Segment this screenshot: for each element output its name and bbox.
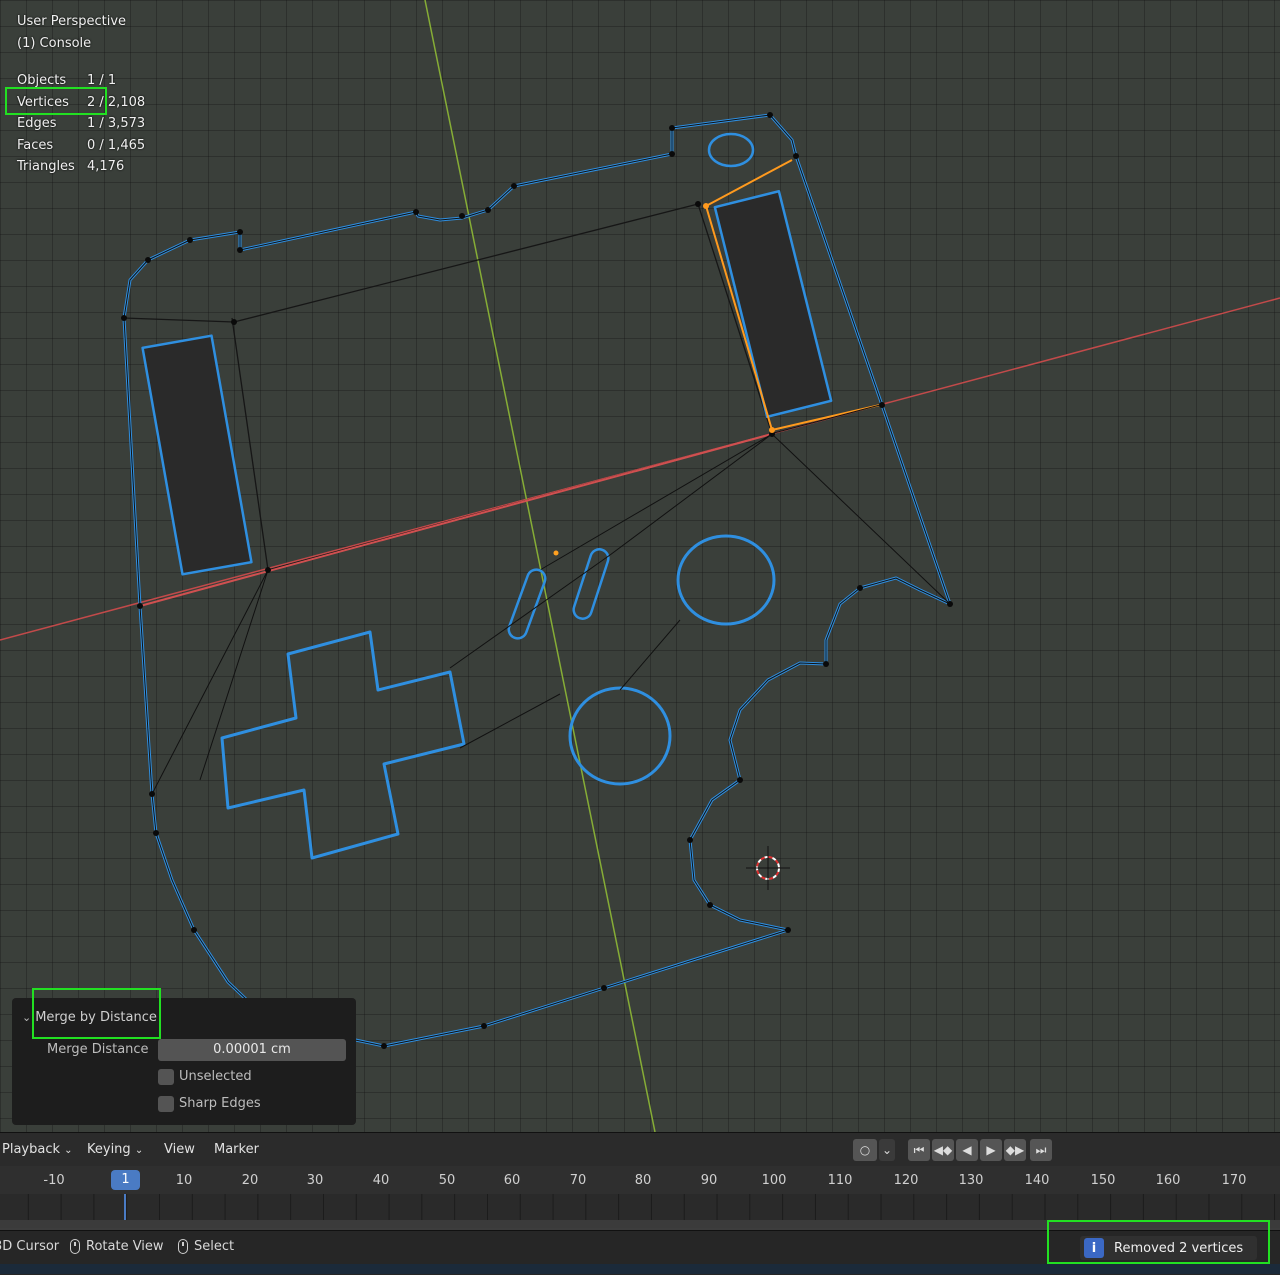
- 3d-cursor-icon: [746, 846, 790, 890]
- current-frame-indicator[interactable]: 1: [111, 1170, 140, 1190]
- timeline-header: Playback ⌄ Keying ⌄ View Marker ○ ⌄ ⏮ ◀◆…: [0, 1132, 1280, 1167]
- vertices-highlight-box: [5, 87, 107, 115]
- status-hint-rotate: Rotate View: [70, 1239, 164, 1254]
- chevron-down-icon[interactable]: ⌄: [879, 1139, 895, 1161]
- status-hint-cursor: 3D Cursor: [0, 1239, 60, 1254]
- stat-value: 1 / 1: [87, 73, 117, 89]
- stat-faces: Faces 0 / 1,465: [17, 135, 145, 157]
- tick-label: 60: [503, 1173, 521, 1188]
- tick-label: 170: [1221, 1173, 1247, 1188]
- os-taskbar: [0, 1264, 1280, 1274]
- view-name: User Perspective: [17, 14, 127, 29]
- stat-label: Triangles: [17, 159, 75, 175]
- timeline-ruler[interactable]: -10 10 20 30 40 50 60 70 80 90 100 110 1…: [0, 1166, 1280, 1194]
- sharp-edges-label: Sharp Edges: [179, 1096, 261, 1111]
- tick-label: 20: [241, 1173, 259, 1188]
- timeline-tracks[interactable]: [0, 1194, 1280, 1220]
- stat-label: Faces: [17, 137, 54, 153]
- mesh-wireframe: [0, 0, 1280, 1132]
- report-highlight-box: [1047, 1220, 1270, 1264]
- view-menu[interactable]: View: [164, 1142, 195, 1157]
- record-icon[interactable]: ○: [853, 1139, 877, 1161]
- stat-edges: Edges 1 / 3,573: [17, 113, 145, 135]
- tick-label: 90: [700, 1173, 718, 1188]
- tick-label: 150: [1090, 1173, 1116, 1188]
- stat-triangles: Triangles 4,176: [17, 156, 145, 178]
- stat-value: 1 / 3,573: [87, 116, 146, 132]
- play-reverse-icon[interactable]: ◀: [956, 1139, 978, 1161]
- stat-value: 4,176: [87, 159, 125, 175]
- tick-label: 40: [372, 1173, 390, 1188]
- chevron-down-icon[interactable]: ⌄: [22, 1011, 31, 1024]
- playhead-line: [124, 1194, 126, 1220]
- keying-menu[interactable]: Keying ⌄: [87, 1142, 143, 1157]
- operator-title-highlight-box: [32, 988, 161, 1039]
- marker-menu[interactable]: Marker: [214, 1142, 259, 1157]
- button-a-ring: [676, 534, 776, 626]
- select-pill: [507, 568, 547, 640]
- tick-label: 130: [958, 1173, 984, 1188]
- chevron-down-icon: ⌄: [64, 1145, 73, 1156]
- jump-to-end-icon[interactable]: ⏭: [1030, 1139, 1052, 1161]
- button-b-ring: [568, 686, 672, 786]
- unselected-checkbox[interactable]: [158, 1069, 174, 1085]
- tick-label: 140: [1024, 1173, 1050, 1188]
- left-speaker-grill: [141, 334, 253, 576]
- 3d-viewport[interactable]: User Perspective (1) Console Objects 1 / …: [0, 0, 1280, 1132]
- mouse-left-icon: [178, 1239, 188, 1254]
- right-speaker-grill: [713, 189, 833, 419]
- playback-menu[interactable]: Playback ⌄: [2, 1142, 73, 1157]
- jump-to-start-icon[interactable]: ⏮: [908, 1139, 930, 1161]
- tick-label: 160: [1155, 1173, 1181, 1188]
- tick-label: 50: [438, 1173, 456, 1188]
- dpad-outline: [220, 630, 466, 860]
- origin-dot: [553, 550, 559, 556]
- tick-label: 10: [175, 1173, 193, 1188]
- tick-label: 30: [306, 1173, 324, 1188]
- tick-label: 120: [893, 1173, 919, 1188]
- stat-label: Edges: [17, 116, 57, 132]
- sharp-edges-checkbox[interactable]: [158, 1096, 174, 1112]
- top-ring: [707, 132, 755, 168]
- play-icon[interactable]: ▶: [980, 1139, 1002, 1161]
- next-keyframe-icon[interactable]: ◆▶: [1004, 1139, 1026, 1161]
- object-name: (1) Console: [17, 36, 92, 51]
- outer-outline: [122, 113, 952, 1048]
- unselected-label: Unselected: [179, 1069, 252, 1084]
- previous-keyframe-icon[interactable]: ◀◆: [932, 1139, 954, 1161]
- y-axis-line: [424, 0, 656, 1132]
- chevron-down-icon: ⌄: [134, 1145, 144, 1156]
- tick-label: 100: [761, 1173, 787, 1188]
- tick-label: -10: [43, 1173, 65, 1188]
- stat-value: 0 / 1,465: [87, 137, 146, 153]
- tick-label: 80: [634, 1173, 652, 1188]
- mouse-middle-icon: [70, 1239, 80, 1254]
- merge-distance-label: Merge Distance: [47, 1042, 149, 1057]
- stat-label: Objects: [17, 73, 67, 89]
- status-hint-select: Select: [178, 1239, 234, 1254]
- tick-label: 110: [827, 1173, 853, 1188]
- tick-label: 70: [569, 1173, 587, 1188]
- merge-distance-field[interactable]: 0.00001 cm: [158, 1039, 346, 1061]
